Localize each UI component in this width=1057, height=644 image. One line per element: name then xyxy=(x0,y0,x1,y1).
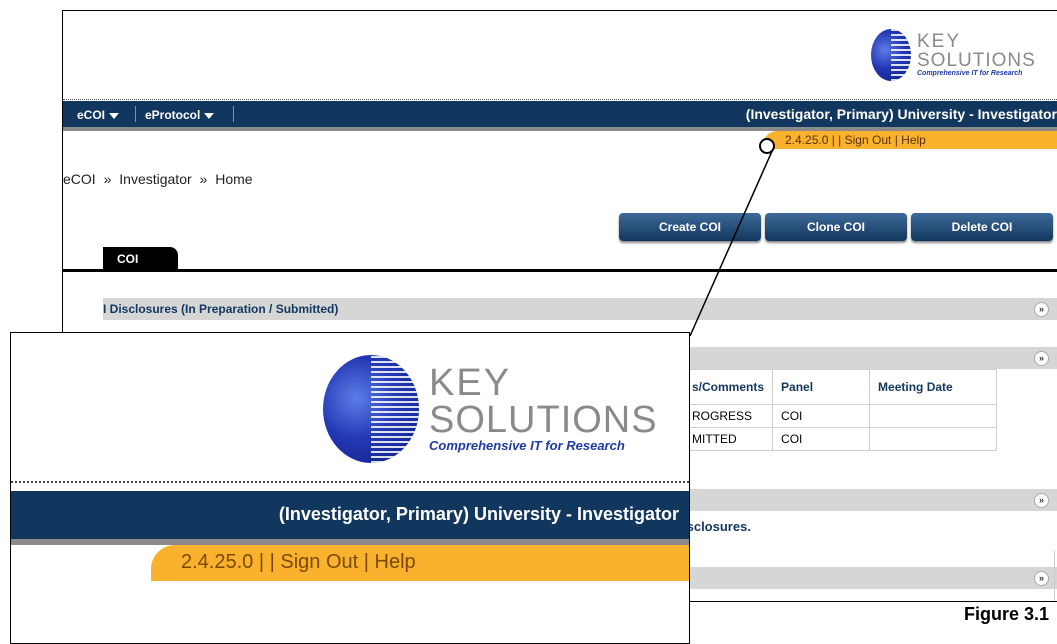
header-divider xyxy=(11,481,689,483)
status-separator: | | xyxy=(258,551,275,573)
top-nav-bar-zoomed: (Investigator, Primary) University - Inv… xyxy=(11,491,689,539)
sign-out-link[interactable]: Sign Out xyxy=(280,551,358,573)
key-solutions-logo-zoomed: KEY SOLUTIONS Comprehensive IT for Resea… xyxy=(323,355,658,463)
logo-word-solutions: SOLUTIONS xyxy=(429,398,658,441)
status-bar-zoomed: 2.4.25.0 | | Sign Out | Help xyxy=(151,545,689,581)
callout-marker-icon xyxy=(759,138,775,154)
help-link[interactable]: Help xyxy=(375,551,416,573)
version-number: 2.4.25.0 xyxy=(181,551,254,573)
figure-caption: Figure 3.1 xyxy=(963,604,1049,624)
callout-line xyxy=(689,148,774,337)
globe-icon xyxy=(323,355,419,463)
status-pipe: | xyxy=(363,551,369,573)
user-role: (Investigator, Primary) University - Inv… xyxy=(278,504,679,524)
logo-word-key: KEY xyxy=(429,362,512,405)
logo-tagline: Comprehensive IT for Research xyxy=(429,437,625,453)
zoom-inset: KEY SOLUTIONS Comprehensive IT for Resea… xyxy=(10,332,690,644)
